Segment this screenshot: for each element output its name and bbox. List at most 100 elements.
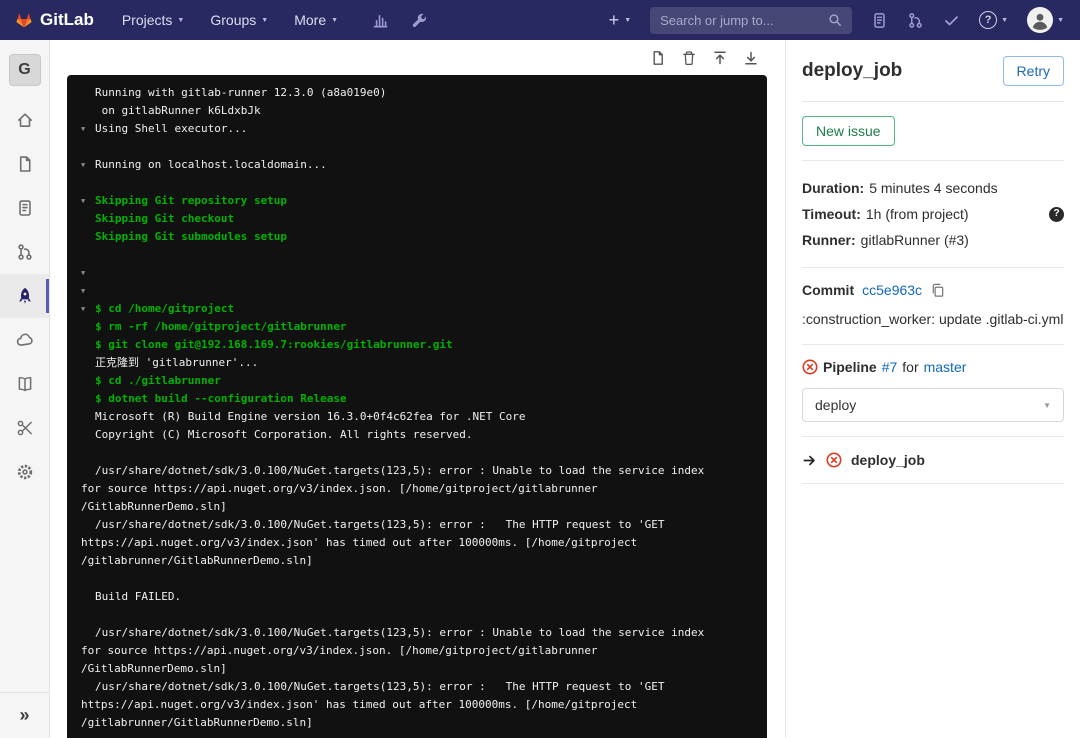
chevron-down-icon: ▼ bbox=[1001, 16, 1009, 24]
log-line-text: $ cd /home/gitproject bbox=[95, 302, 235, 315]
log-line bbox=[81, 246, 753, 264]
log-line-text bbox=[95, 606, 102, 624]
runner-row: Runner: gitlabRunner (#3) bbox=[802, 227, 1064, 253]
search-input[interactable] bbox=[660, 12, 823, 28]
job-list-item[interactable]: deploy_job bbox=[802, 437, 1064, 484]
section-collapse-icon[interactable]: ▼ bbox=[81, 264, 85, 282]
chevron-down-icon: ▼ bbox=[177, 16, 185, 24]
job-details-section: Duration: 5 minutes 4 seconds Timeout: 1… bbox=[802, 161, 1064, 268]
retry-button[interactable]: Retry bbox=[1002, 56, 1064, 86]
section-collapse-icon[interactable]: ▼ bbox=[81, 120, 85, 138]
log-line-text: /GitlabRunnerDemo.sln] bbox=[81, 662, 227, 675]
log-line-text: Copyright (C) Microsoft Corporation. All… bbox=[95, 428, 473, 441]
commit-message: :construction_worker: update .gitlab-ci.… bbox=[802, 311, 1064, 327]
log-line: $ git clone git@192.168.169.7:rookies/gi… bbox=[81, 336, 753, 354]
sidebar-item-repository[interactable] bbox=[0, 142, 49, 186]
log-line bbox=[81, 138, 753, 156]
sidebar-item-ci-cd[interactable] bbox=[0, 274, 49, 318]
stage-dropdown[interactable]: deploy ▼ bbox=[802, 388, 1064, 422]
scroll-to-bottom-icon bbox=[745, 51, 757, 65]
log-line-text: Running with gitlab-runner 12.3.0 (a8a01… bbox=[95, 86, 387, 99]
runner-value: gitlabRunner (#3) bbox=[860, 232, 969, 248]
commit-label: Commit bbox=[802, 282, 855, 298]
duration-label: Duration: bbox=[802, 180, 865, 196]
stage-dropdown-value: deploy bbox=[815, 397, 857, 413]
log-line-text: Using Shell executor... bbox=[95, 122, 248, 135]
scroll-to-bottom-button[interactable] bbox=[743, 50, 759, 66]
rocket-icon bbox=[16, 287, 34, 305]
pipeline-line: Pipeline #7 for master bbox=[802, 359, 1064, 375]
sidebar-item-snippets[interactable] bbox=[0, 406, 49, 450]
merge-requests-icon[interactable] bbox=[907, 12, 924, 29]
gitlab-tanuki-logo-icon bbox=[16, 12, 32, 28]
show-raw-log-button[interactable] bbox=[650, 50, 666, 66]
user-menu-dropdown[interactable]: ▼ bbox=[1027, 7, 1064, 33]
pipeline-branch-link[interactable]: master bbox=[924, 359, 967, 375]
chevron-down-icon: ▼ bbox=[1057, 16, 1064, 24]
sidebar-item-wiki[interactable] bbox=[0, 362, 49, 406]
bar-chart-icon[interactable] bbox=[372, 12, 389, 29]
section-collapse-icon[interactable]: ▼ bbox=[81, 282, 85, 300]
log-line-text: Microsoft (R) Build Engine version 16.3.… bbox=[95, 410, 526, 423]
pipeline-for-text: for bbox=[902, 359, 919, 375]
job-sidebar: deploy_job Retry New issue Duration: 5 m… bbox=[785, 40, 1080, 738]
log-line-text: /usr/share/dotnet/sdk/3.0.100/NuGet.targ… bbox=[95, 626, 705, 639]
log-line-text: /usr/share/dotnet/sdk/3.0.100/NuGet.targ… bbox=[95, 518, 665, 531]
log-line: https://api.nuget.org/v3/index.json' has… bbox=[81, 696, 753, 714]
sidebar-collapse-button[interactable]: » bbox=[0, 692, 49, 738]
sidebar-item-issues[interactable] bbox=[0, 186, 49, 230]
timeout-help-icon[interactable]: ? bbox=[1049, 206, 1064, 222]
search-icon bbox=[829, 14, 842, 26]
sidebar-item-settings[interactable] bbox=[0, 450, 49, 494]
sidebar-item-project-overview[interactable] bbox=[0, 98, 49, 142]
commit-line: Commit cc5e963c bbox=[802, 282, 1064, 298]
section-collapse-icon[interactable]: ▼ bbox=[81, 192, 85, 210]
nav-projects-dropdown[interactable]: Projects ▼ bbox=[122, 12, 185, 28]
top-navbar: GitLab Projects▼ Groups▼ More▼ +▼ ? bbox=[0, 0, 1080, 40]
log-line-text: on gitlabRunner k6LdxbJk bbox=[95, 104, 261, 117]
chevron-down-icon: ▼ bbox=[624, 16, 632, 24]
pipeline-number-link[interactable]: #7 bbox=[882, 359, 898, 375]
section-collapse-icon[interactable]: ▼ bbox=[81, 156, 85, 174]
sidebar-item-merge-requests[interactable] bbox=[0, 230, 49, 274]
wrench-icon[interactable] bbox=[411, 12, 428, 29]
timeout-value: 1h (from project) bbox=[865, 206, 969, 222]
log-line-text: Skipping Git checkout bbox=[95, 212, 235, 225]
log-line-text: /usr/share/dotnet/sdk/3.0.100/NuGet.targ… bbox=[95, 464, 705, 477]
log-line-text bbox=[95, 138, 102, 156]
erase-log-button[interactable] bbox=[681, 50, 697, 66]
log-line: ▼ $ cd /home/gitproject bbox=[81, 300, 753, 318]
gitlab-home-link[interactable]: GitLab bbox=[16, 10, 94, 30]
log-line-text: Build FAILED. bbox=[95, 590, 182, 603]
project-avatar[interactable]: G bbox=[8, 54, 41, 86]
sidebar-item-operations[interactable] bbox=[0, 318, 49, 362]
scroll-to-top-button[interactable] bbox=[712, 50, 728, 66]
issues-icon bbox=[16, 199, 34, 217]
issues-icon[interactable] bbox=[871, 12, 888, 29]
help-dropdown[interactable]: ? ▼ bbox=[979, 11, 1008, 29]
todos-check-icon[interactable] bbox=[943, 12, 960, 29]
commit-sha-link[interactable]: cc5e963c bbox=[862, 282, 922, 298]
log-line-text: Skipping Git submodules setup bbox=[95, 230, 288, 243]
log-toolbar bbox=[67, 40, 767, 75]
log-line: /usr/share/dotnet/sdk/3.0.100/NuGet.targ… bbox=[81, 624, 753, 642]
log-content: Running with gitlab-runner 12.3.0 (a8a01… bbox=[81, 84, 753, 732]
log-line-text: for source https://api.nuget.org/v3/inde… bbox=[81, 644, 598, 657]
copy-icon bbox=[932, 283, 944, 297]
scroll-to-top-icon bbox=[714, 50, 726, 64]
log-line: $ dotnet build --configuration Release bbox=[81, 390, 753, 408]
new-issue-button[interactable]: New issue bbox=[802, 116, 895, 146]
copy-commit-sha-button[interactable] bbox=[930, 283, 945, 298]
search-box[interactable] bbox=[650, 6, 853, 34]
log-line: https://api.nuget.org/v3/index.json' has… bbox=[81, 534, 753, 552]
log-line bbox=[81, 570, 753, 588]
nav-more-dropdown[interactable]: More ▼ bbox=[294, 12, 338, 28]
job-title: deploy_job bbox=[802, 60, 903, 81]
help-icon: ? bbox=[979, 11, 998, 29]
section-collapse-icon[interactable]: ▼ bbox=[81, 300, 85, 318]
job-failed-icon bbox=[826, 452, 842, 468]
log-line-text bbox=[95, 282, 102, 300]
nav-groups-dropdown[interactable]: Groups ▼ bbox=[210, 12, 268, 28]
new-item-dropdown[interactable]: + ▼ bbox=[609, 10, 631, 31]
document-icon bbox=[16, 155, 34, 173]
